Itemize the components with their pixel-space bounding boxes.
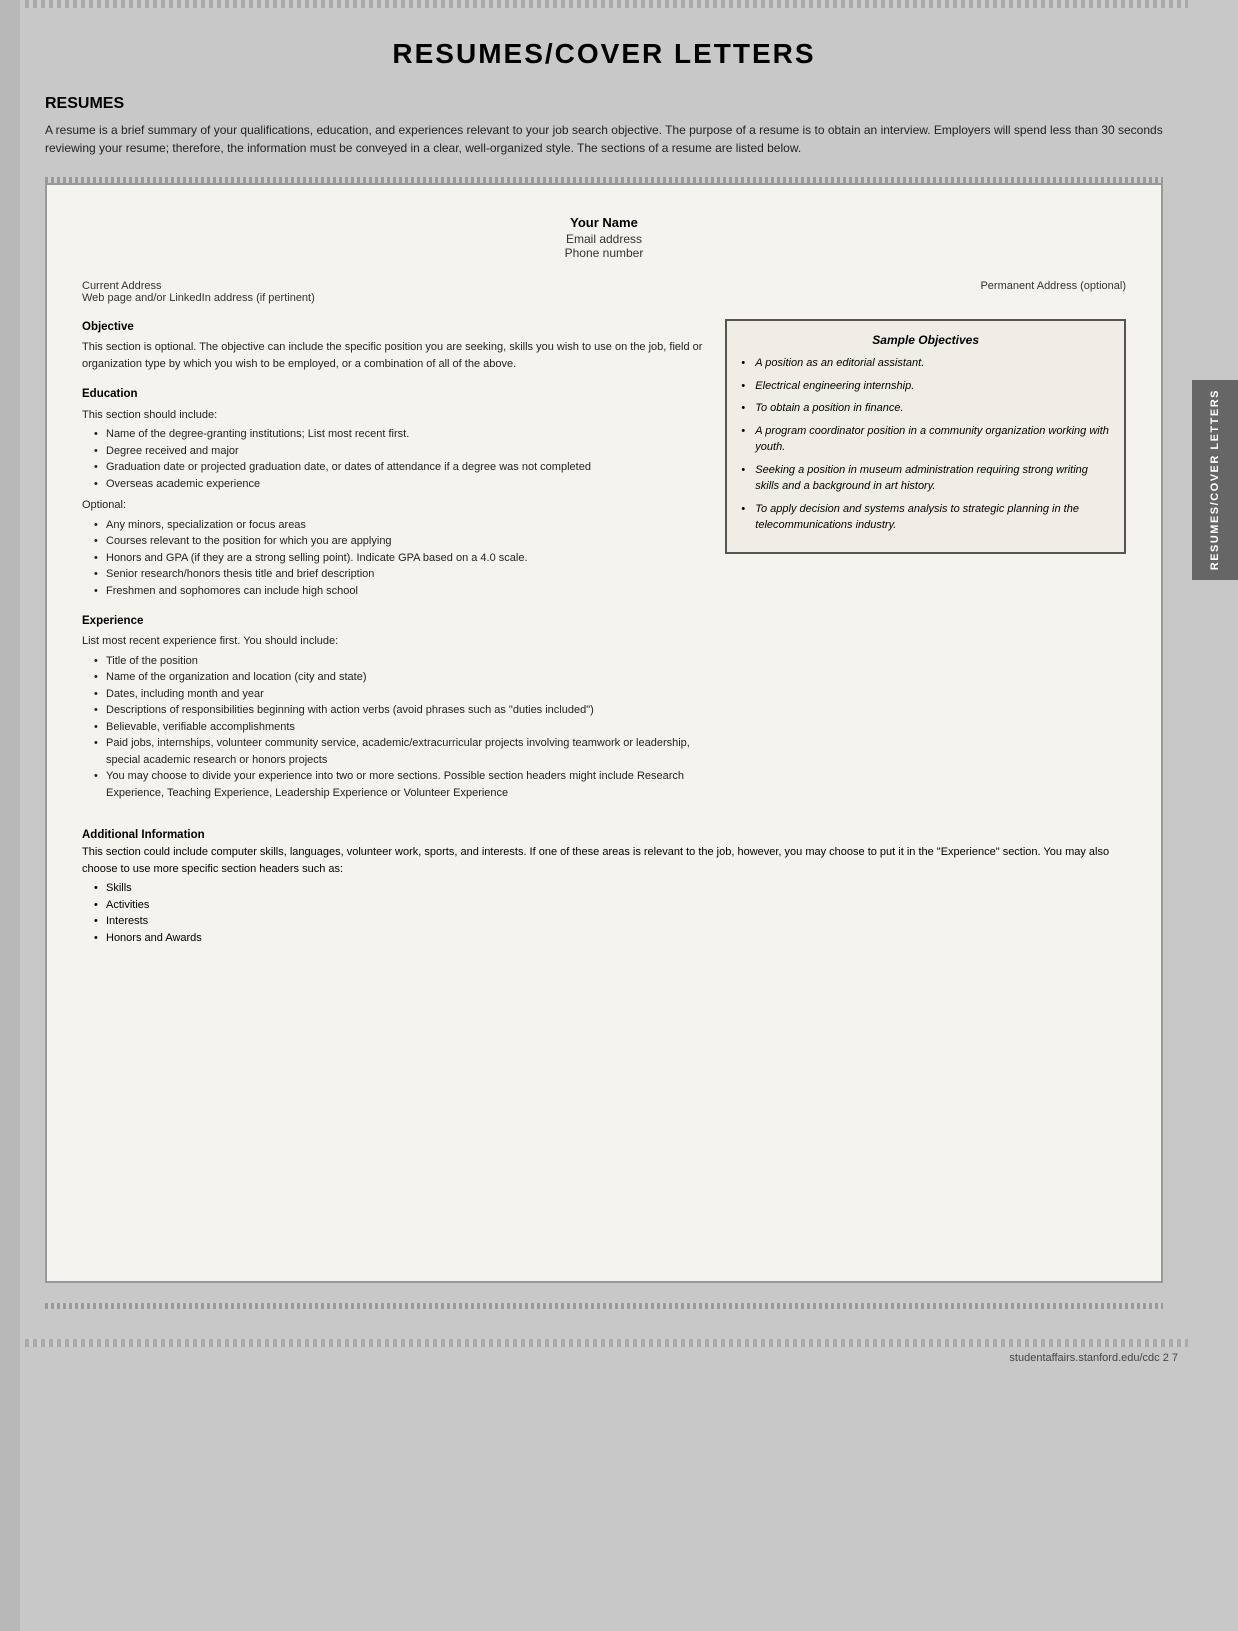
additional-info-text: This section could include computer skil…	[82, 844, 1126, 877]
experience-item: Dates, including month and year	[94, 686, 705, 703]
additional-info-title: Additional Information	[82, 829, 1126, 841]
experience-item: Title of the position	[94, 653, 705, 670]
education-item: Graduation date or projected graduation …	[94, 459, 705, 476]
resume-document: Your Name Email address Phone number Cur…	[45, 183, 1163, 1283]
additional-info-item: Activities	[94, 897, 1126, 914]
resume-phone: Phone number	[82, 246, 1126, 260]
education-title: Education	[82, 386, 705, 403]
current-address: Current AddressWeb page and/or LinkedIn …	[82, 280, 315, 304]
experience-item: You may choose to divide your experience…	[94, 768, 705, 801]
education-item: Overseas academic experience	[94, 476, 705, 493]
education-intro: This section should include:	[82, 407, 705, 424]
optional-item: Freshmen and sophomores can include high…	[94, 583, 705, 600]
address-row: Current AddressWeb page and/or LinkedIn …	[82, 280, 1126, 304]
experience-item: Descriptions of responsibilities beginni…	[94, 702, 705, 719]
sample-objectives-list: A position as an editorial assistant. El…	[741, 355, 1110, 534]
sample-objective-item: To apply decision and systems analysis t…	[741, 501, 1110, 534]
bottom-border-decoration	[25, 1339, 1188, 1347]
experience-title: Experience	[82, 613, 705, 630]
side-tab-text: RESUMES/COVER LETTERS	[1209, 389, 1221, 570]
optional-items: Any minors, specialization or focus area…	[82, 517, 705, 600]
experience-section: Experience List most recent experience f…	[82, 613, 705, 801]
sample-objective-item: Electrical engineering internship.	[741, 378, 1110, 395]
sample-objective-item: A position as an editorial assistant.	[741, 355, 1110, 372]
optional-item: Honors and GPA (if they are a strong sel…	[94, 550, 705, 567]
sample-objectives-box: Sample Objectives A position as an edito…	[725, 319, 1126, 554]
permanent-address: Permanent Address (optional)	[980, 280, 1126, 304]
left-border-decoration	[0, 0, 20, 1631]
experience-intro: List most recent experience first. You s…	[82, 633, 705, 650]
resumes-section: RESUMES A resume is a brief summary of y…	[45, 95, 1163, 157]
sample-objectives-title: Sample Objectives	[741, 333, 1110, 347]
sample-objectives-column: Sample Objectives A position as an edito…	[725, 319, 1126, 815]
education-items: Name of the degree-granting institutions…	[82, 426, 705, 492]
page-footer: studentaffairs.stanford.edu/cdc 2 7	[0, 1347, 1238, 1374]
education-item: Name of the degree-granting institutions…	[94, 426, 705, 443]
top-border-decoration	[25, 0, 1188, 8]
objective-text: This section is optional. The objective …	[82, 339, 705, 372]
additional-info-section: Additional Information This section coul…	[82, 829, 1126, 946]
experience-items: Title of the position Name of the organi…	[82, 653, 705, 802]
experience-item: Believable, verifiable accomplishments	[94, 719, 705, 736]
optional-item: Any minors, specialization or focus area…	[94, 517, 705, 534]
page-title: RESUMES/COVER LETTERS	[45, 38, 1163, 70]
objective-section: Objective This section is optional. The …	[82, 319, 705, 372]
doc-bottom-border	[45, 1303, 1163, 1309]
additional-info-items: Skills Activities Interests Honors and A…	[82, 880, 1126, 946]
additional-info-item: Skills	[94, 880, 1126, 897]
resume-left-column: Objective This section is optional. The …	[82, 319, 705, 815]
additional-info-item: Honors and Awards	[94, 930, 1126, 947]
education-item: Degree received and major	[94, 443, 705, 460]
resumes-heading: RESUMES	[45, 95, 1163, 113]
resume-header: Your Name Email address Phone number	[82, 215, 1126, 260]
resume-email: Email address	[82, 232, 1126, 246]
education-section: Education This section should include: N…	[82, 386, 705, 599]
sample-objective-item: A program coordinator position in a comm…	[741, 423, 1110, 456]
experience-item: Paid jobs, internships, volunteer commun…	[94, 735, 705, 768]
sample-objective-item: To obtain a position in finance.	[741, 400, 1110, 417]
additional-info-item: Interests	[94, 913, 1126, 930]
objective-title: Objective	[82, 319, 705, 336]
resume-body: Objective This section is optional. The …	[82, 319, 1126, 815]
side-tab: RESUMES/COVER LETTERS	[1192, 380, 1238, 580]
optional-item: Senior research/honors thesis title and …	[94, 566, 705, 583]
page-wrapper: RESUMES/COVER LETTERS RESUMES A resume i…	[0, 0, 1238, 1631]
optional-item: Courses relevant to the position for whi…	[94, 533, 705, 550]
resumes-intro: A resume is a brief summary of your qual…	[45, 121, 1163, 157]
optional-label: Optional:	[82, 497, 705, 514]
sample-objective-item: Seeking a position in museum administrat…	[741, 462, 1110, 495]
main-content: RESUMES/COVER LETTERS RESUMES A resume i…	[25, 8, 1183, 1339]
resume-name: Your Name	[82, 215, 1126, 230]
experience-item: Name of the organization and location (c…	[94, 669, 705, 686]
